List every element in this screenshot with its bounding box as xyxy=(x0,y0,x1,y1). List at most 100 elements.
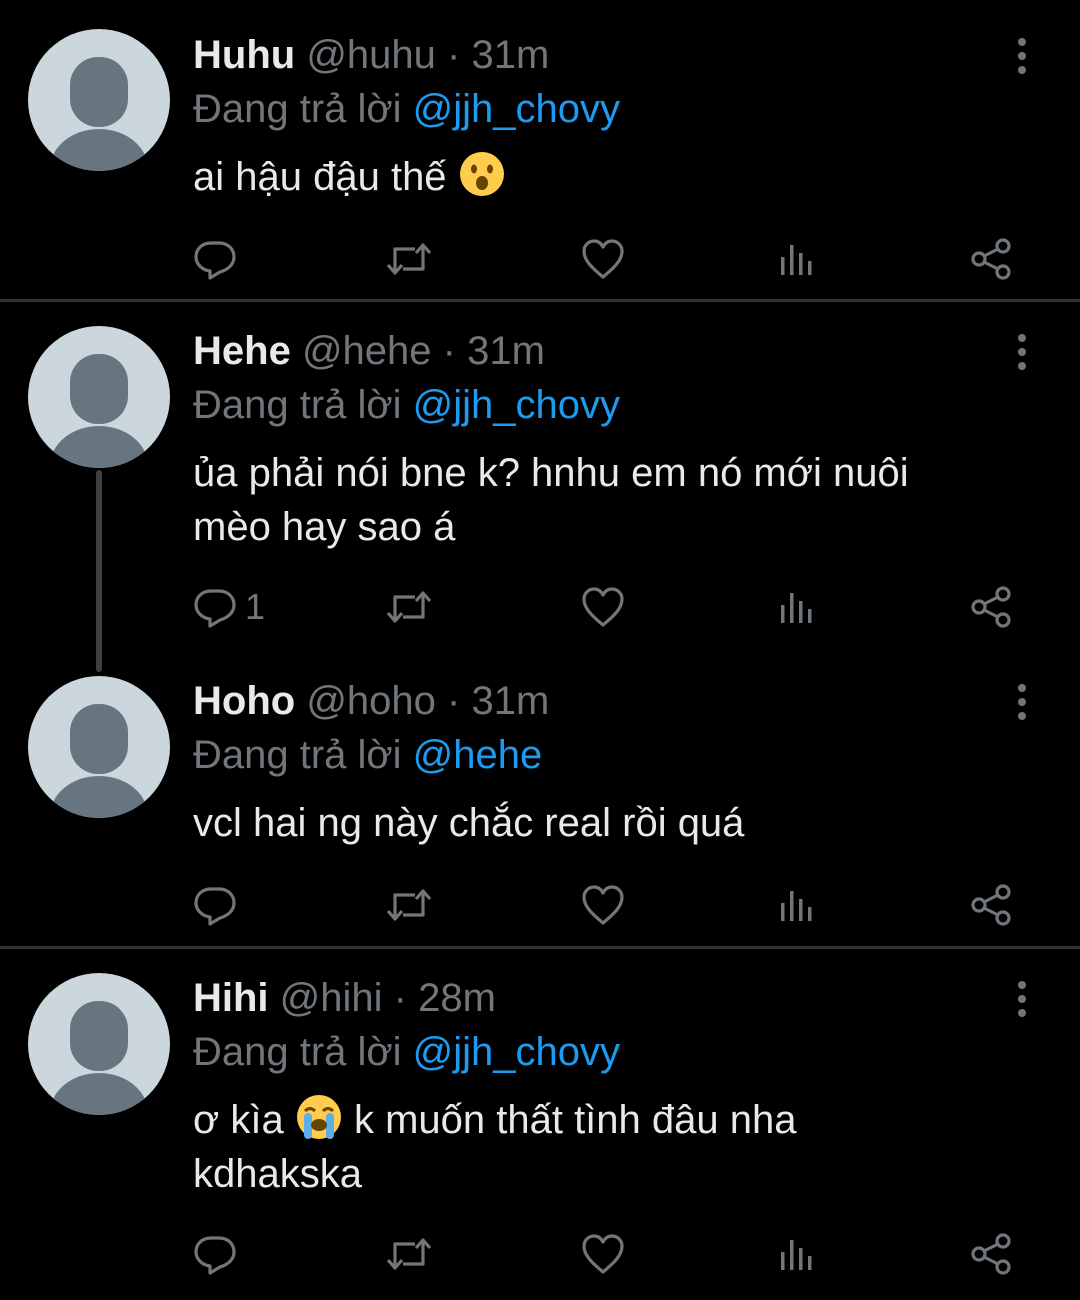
views-button[interactable] xyxy=(777,880,817,930)
views-icon xyxy=(777,1234,817,1274)
reply-mention[interactable]: @jjh_chovy xyxy=(413,87,620,131)
action-bar xyxy=(0,234,1080,284)
replying-to-label: Đang trả lời xyxy=(193,383,402,427)
views-icon xyxy=(777,885,817,925)
avatar[interactable] xyxy=(28,973,170,1115)
avatar[interactable] xyxy=(28,676,170,818)
reply-icon xyxy=(193,1232,237,1276)
display-name[interactable]: Hoho xyxy=(193,679,295,723)
timestamp[interactable]: 28m xyxy=(418,976,496,1020)
action-bar xyxy=(0,880,1080,930)
user-handle[interactable]: @hoho xyxy=(306,679,436,723)
reply-mention[interactable]: @jjh_chovy xyxy=(413,1030,620,1074)
views-button[interactable] xyxy=(777,234,817,284)
timestamp[interactable]: 31m xyxy=(467,329,545,373)
heart-icon xyxy=(581,883,625,927)
tweet-text: vcl hai ng này chắc real rồi quá xyxy=(193,796,1023,850)
views-button[interactable] xyxy=(777,582,817,632)
display-name[interactable]: Huhu xyxy=(193,33,295,77)
share-icon xyxy=(969,883,1013,927)
tweet-text-line: ơ kìa k muốn thất tình đâu nha xyxy=(193,1093,1023,1147)
retweet-icon xyxy=(385,585,433,629)
heart-icon xyxy=(581,1232,625,1276)
replying-to: Đang trả lời @jjh_chovy xyxy=(193,378,620,432)
tweet-text-line: ủa phải nói bne k? hnhu em nó mới nuôi xyxy=(193,451,909,495)
astonished-face-emoji xyxy=(459,152,504,196)
more-options-icon[interactable] xyxy=(1010,332,1034,372)
heart-icon xyxy=(581,585,625,629)
display-name[interactable]: Hehe xyxy=(193,329,291,373)
replying-to: Đang trả lời @jjh_chovy xyxy=(193,1025,620,1079)
separator-dot: · xyxy=(447,33,461,77)
share-button[interactable] xyxy=(969,234,1013,284)
tweet-text-content: k muốn thất tình đâu nha xyxy=(353,1098,797,1142)
replying-to-label: Đang trả lời xyxy=(193,733,402,777)
reply-button[interactable] xyxy=(193,880,245,930)
share-icon xyxy=(969,1232,1013,1276)
more-options-icon[interactable] xyxy=(1010,682,1034,722)
action-bar: 1 xyxy=(0,582,1080,632)
tweet-text-content: ơ kìa xyxy=(193,1098,284,1142)
user-handle[interactable]: @hehe xyxy=(302,329,432,373)
reply-button[interactable] xyxy=(193,1229,245,1279)
views-button[interactable] xyxy=(777,1229,817,1279)
retweet-icon xyxy=(385,237,433,281)
reply-button[interactable]: 1 xyxy=(193,582,265,632)
retweet-icon xyxy=(385,1232,433,1276)
replying-to: Đang trả lời @jjh_chovy xyxy=(193,82,620,136)
retweet-icon xyxy=(385,883,433,927)
retweet-button[interactable] xyxy=(385,880,433,930)
action-bar xyxy=(0,1229,1080,1279)
tweet-text-line: kdhakska xyxy=(193,1152,362,1196)
share-button[interactable] xyxy=(969,880,1013,930)
retweet-button[interactable] xyxy=(385,582,433,632)
share-icon xyxy=(969,237,1013,281)
tweet-header: Huhu @huhu · 31m xyxy=(193,28,549,82)
loudly-crying-face-emoji xyxy=(296,1095,341,1139)
like-button[interactable] xyxy=(581,582,625,632)
tweet-text-content: vcl hai ng này chắc real rồi quá xyxy=(193,801,745,845)
separator-dot: · xyxy=(393,976,407,1020)
avatar[interactable] xyxy=(28,326,170,468)
tweet[interactable]: Hoho @hoho · 31m Đang trả lời @hehe vcl … xyxy=(0,652,1080,946)
separator-dot: · xyxy=(442,329,456,373)
tweet[interactable]: Hihi @hihi · 28m Đang trả lời @jjh_chovy… xyxy=(0,949,1080,1300)
tweet-text-content: ai hậu đậu thế xyxy=(193,155,447,199)
views-icon xyxy=(777,239,817,279)
like-button[interactable] xyxy=(581,880,625,930)
more-options-icon[interactable] xyxy=(1010,979,1034,1019)
reply-button[interactable] xyxy=(193,234,245,284)
tweet[interactable]: Hehe @hehe · 31m Đang trả lời @jjh_chovy… xyxy=(0,302,1080,652)
replying-to-label: Đang trả lời xyxy=(193,1030,402,1074)
tweet-text: ơ kìa k muốn thất tình đâu nha kdhakska xyxy=(193,1093,1023,1201)
display-name[interactable]: Hihi xyxy=(193,976,269,1020)
separator-dot: · xyxy=(447,679,461,723)
reply-icon xyxy=(193,883,237,927)
timestamp[interactable]: 31m xyxy=(471,33,549,77)
tweet-header: Hoho @hoho · 31m xyxy=(193,674,549,728)
more-options-icon[interactable] xyxy=(1010,36,1034,76)
share-button[interactable] xyxy=(969,582,1013,632)
tweet-text: ủa phải nói bne k? hnhu em nó mới nuôi m… xyxy=(193,446,1023,554)
tweet-header: Hehe @hehe · 31m xyxy=(193,324,545,378)
user-handle[interactable]: @hihi xyxy=(280,976,383,1020)
replying-to: Đang trả lời @hehe xyxy=(193,728,542,782)
tweet[interactable]: Huhu @huhu · 31m Đang trả lời @jjh_chovy… xyxy=(0,0,1080,300)
like-button[interactable] xyxy=(581,1229,625,1279)
replying-to-label: Đang trả lời xyxy=(193,87,402,131)
tweet-text: ai hậu đậu thế xyxy=(193,150,1023,204)
retweet-button[interactable] xyxy=(385,234,433,284)
like-button[interactable] xyxy=(581,234,625,284)
tweet-header: Hihi @hihi · 28m xyxy=(193,971,496,1025)
tweet-text-line: mèo hay sao á xyxy=(193,505,456,549)
reply-mention[interactable]: @hehe xyxy=(413,733,543,777)
avatar[interactable] xyxy=(28,29,170,171)
timestamp[interactable]: 31m xyxy=(471,679,549,723)
retweet-button[interactable] xyxy=(385,1229,433,1279)
share-button[interactable] xyxy=(969,1229,1013,1279)
user-handle[interactable]: @huhu xyxy=(306,33,436,77)
views-icon xyxy=(777,587,817,627)
reply-mention[interactable]: @jjh_chovy xyxy=(413,383,620,427)
reply-icon xyxy=(193,585,237,629)
reply-count: 1 xyxy=(245,586,266,627)
